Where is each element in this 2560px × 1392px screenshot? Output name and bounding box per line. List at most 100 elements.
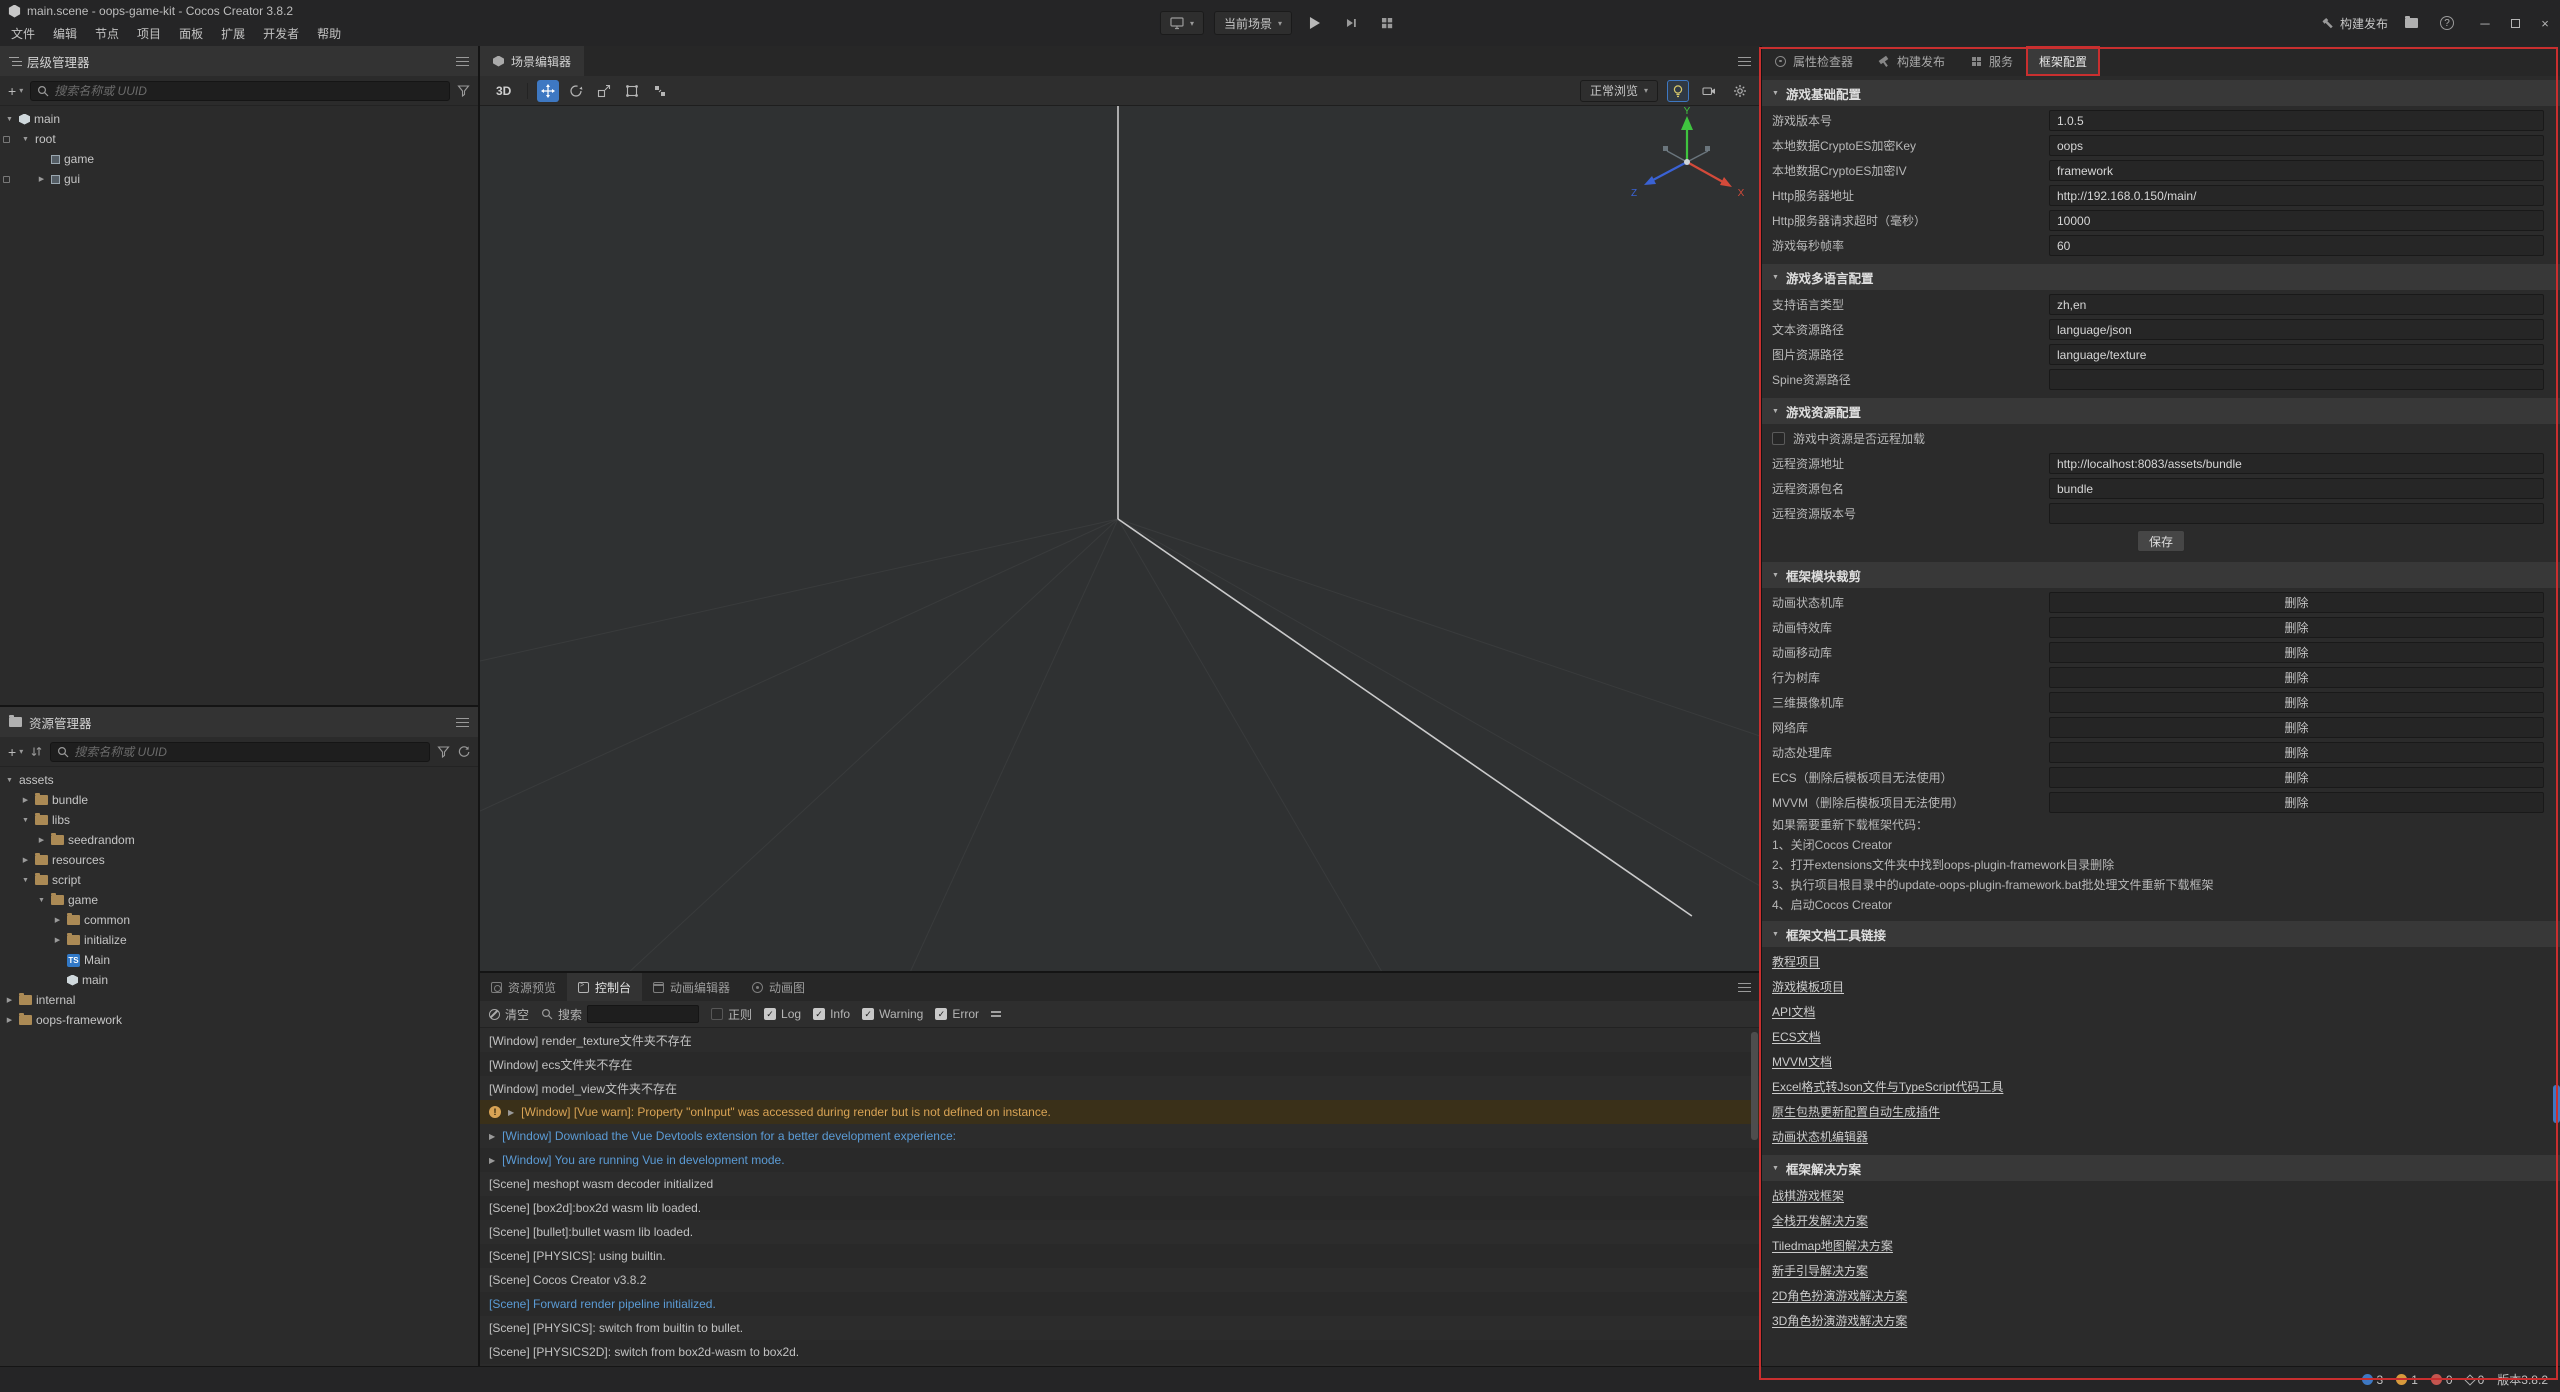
assets-search-input[interactable]	[74, 745, 423, 759]
preview-window-button[interactable]	[1374, 10, 1400, 36]
console-scrollbar[interactable]	[1751, 1032, 1758, 1140]
expand-arrow-icon[interactable]: ▶	[20, 856, 31, 864]
tree-item-seedrandom[interactable]: ▶seedrandom	[0, 830, 478, 850]
expand-arrow-icon[interactable]: ▼	[4, 777, 15, 784]
expand-arrow-icon[interactable]: ▼	[20, 817, 31, 824]
inspector-tab-框架配置[interactable]: 框架配置	[2026, 46, 2100, 76]
lock-icon[interactable]	[3, 136, 10, 143]
expand-arrow-icon[interactable]: ▶	[36, 175, 47, 183]
expand-arrow-icon[interactable]: ▶	[4, 1016, 15, 1024]
snap-tool-button[interactable]	[649, 80, 671, 102]
section-游戏基础配置[interactable]: ▼游戏基础配置	[1762, 80, 2560, 106]
link-MVVM文档[interactable]: MVVM文档	[1772, 1053, 1832, 1070]
filter-icon[interactable]	[457, 84, 470, 97]
play-button[interactable]	[1302, 10, 1328, 36]
expand-arrow-icon[interactable]: ▼	[36, 897, 47, 904]
tree-item-root[interactable]: ▼root	[0, 129, 478, 149]
expand-arrow-icon[interactable]: ▼	[4, 116, 15, 123]
link-动画状态机编辑器[interactable]: 动画状态机编辑器	[1772, 1128, 1868, 1145]
section-游戏多语言配置[interactable]: ▼游戏多语言配置	[1762, 264, 2560, 290]
log-row[interactable]: [Scene] meshopt wasm decoder initialized	[480, 1172, 1760, 1196]
log-row[interactable]: ▶[Window] Download the Vue Devtools exte…	[480, 1124, 1760, 1148]
device-select[interactable]: ▾	[1160, 11, 1204, 35]
console-tab-动画编辑器[interactable]: 动画编辑器	[642, 973, 741, 1001]
delete-button[interactable]: 删除	[2049, 667, 2544, 688]
tree-item-oops-framework[interactable]: ▶oops-framework	[0, 1010, 478, 1030]
link-战棋游戏框架[interactable]: 战棋游戏框架	[1772, 1187, 1844, 1204]
field-input[interactable]	[2049, 294, 2544, 315]
link-新手引导解决方案[interactable]: 新手引导解决方案	[1772, 1262, 1868, 1279]
tree-item-initialize[interactable]: ▶initialize	[0, 930, 478, 950]
field-input[interactable]	[2049, 319, 2544, 340]
menu-item-扩展[interactable]: 扩展	[212, 22, 254, 46]
link-原生包热更新配置自动生成插件[interactable]: 原生包热更新配置自动生成插件	[1772, 1103, 1940, 1120]
field-input[interactable]	[2049, 453, 2544, 474]
light-toggle-button[interactable]	[1667, 80, 1689, 102]
log-row[interactable]: [Window] render_texture文件夹不存在	[480, 1028, 1760, 1052]
tree-item-game[interactable]: game	[0, 149, 478, 169]
section-框架解决方案[interactable]: ▼框架解决方案	[1762, 1155, 2560, 1181]
create-node-button[interactable]: +▾	[8, 84, 23, 98]
filter-icon[interactable]	[437, 745, 450, 758]
rect-tool-button[interactable]	[621, 80, 643, 102]
maximize-button[interactable]	[2500, 0, 2530, 46]
tree-item-gui[interactable]: ▶gui	[0, 169, 478, 189]
tree-item-main[interactable]: ▼main	[0, 109, 478, 129]
status-warn[interactable]: 1	[2396, 1373, 2418, 1387]
rotate-tool-button[interactable]	[565, 80, 587, 102]
filter-Log[interactable]: ✓Log	[764, 1007, 801, 1021]
save-button[interactable]: 保存	[2137, 530, 2185, 552]
checkbox[interactable]	[1772, 432, 1785, 445]
field-input[interactable]	[2049, 185, 2544, 206]
inspector-scrollbar[interactable]	[2553, 1085, 2560, 1123]
tree-item-bundle[interactable]: ▶bundle	[0, 790, 478, 810]
assets-search[interactable]	[50, 742, 430, 762]
sort-icon[interactable]	[30, 745, 43, 758]
link-Tiledmap地图解决方案[interactable]: Tiledmap地图解决方案	[1772, 1237, 1893, 1254]
expand-arrow-icon[interactable]: ▶	[52, 916, 63, 924]
field-input[interactable]	[2049, 478, 2544, 499]
hierarchy-search[interactable]	[30, 81, 450, 101]
field-input[interactable]	[2049, 135, 2544, 156]
tree-item-main[interactable]: main	[0, 970, 478, 990]
help-button[interactable]: ?	[2434, 10, 2460, 36]
link-全栈开发解决方案[interactable]: 全栈开发解决方案	[1772, 1212, 1868, 1229]
close-button[interactable]: ×	[2530, 0, 2560, 46]
section-游戏资源配置[interactable]: ▼游戏资源配置	[1762, 398, 2560, 424]
console-tab-控制台[interactable]: 控制台	[567, 973, 642, 1001]
link-API文档[interactable]: API文档	[1772, 1003, 1815, 1020]
expand-arrow-icon[interactable]: ▶	[4, 996, 15, 1004]
step-button[interactable]	[1338, 10, 1364, 36]
scene-settings-button[interactable]	[1729, 80, 1751, 102]
menu-item-帮助[interactable]: 帮助	[308, 22, 350, 46]
link-游戏模板项目[interactable]: 游戏模板项目	[1772, 978, 1844, 995]
delete-button[interactable]: 删除	[2049, 792, 2544, 813]
panel-menu-icon[interactable]	[1738, 56, 1751, 67]
menu-item-项目[interactable]: 项目	[128, 22, 170, 46]
section-框架文档工具链接[interactable]: ▼框架文档工具链接	[1762, 921, 2560, 947]
delete-button[interactable]: 删除	[2049, 692, 2544, 713]
log-row[interactable]: [Scene] Cocos Creator v3.8.2	[480, 1268, 1760, 1292]
view-mode-select[interactable]: 正常浏览 ▾	[1580, 80, 1658, 102]
delete-button[interactable]: 删除	[2049, 617, 2544, 638]
mode-3d-button[interactable]: 3D	[489, 84, 518, 98]
tree-item-internal[interactable]: ▶internal	[0, 990, 478, 1010]
panel-menu-icon[interactable]	[456, 717, 469, 728]
minimize-button[interactable]: ─	[2470, 0, 2500, 46]
delete-button[interactable]: 删除	[2049, 592, 2544, 613]
status-diamond[interactable]: 0	[2466, 1373, 2485, 1387]
hierarchy-search-input[interactable]	[54, 84, 443, 98]
panel-menu-icon[interactable]	[1738, 982, 1751, 993]
menu-item-开发者[interactable]: 开发者	[254, 22, 308, 46]
link-2D角色扮演游戏解决方案[interactable]: 2D角色扮演游戏解决方案	[1772, 1287, 1907, 1304]
expand-arrow-icon[interactable]: ▶	[508, 1108, 514, 1117]
expand-arrow-icon[interactable]: ▶	[20, 796, 31, 804]
link-3D角色扮演游戏解决方案[interactable]: 3D角色扮演游戏解决方案	[1772, 1312, 1907, 1329]
filter-Warning[interactable]: ✓Warning	[862, 1007, 923, 1021]
delete-button[interactable]: 删除	[2049, 717, 2544, 738]
tree-item-assets[interactable]: ▼assets	[0, 770, 478, 790]
refresh-icon[interactable]	[457, 745, 470, 758]
log-row[interactable]: [Scene] [PHYSICS]: switch from builtin t…	[480, 1316, 1760, 1340]
status-info[interactable]: 3	[2362, 1373, 2384, 1387]
console-tab-动画图[interactable]: 动画图	[741, 973, 816, 1001]
